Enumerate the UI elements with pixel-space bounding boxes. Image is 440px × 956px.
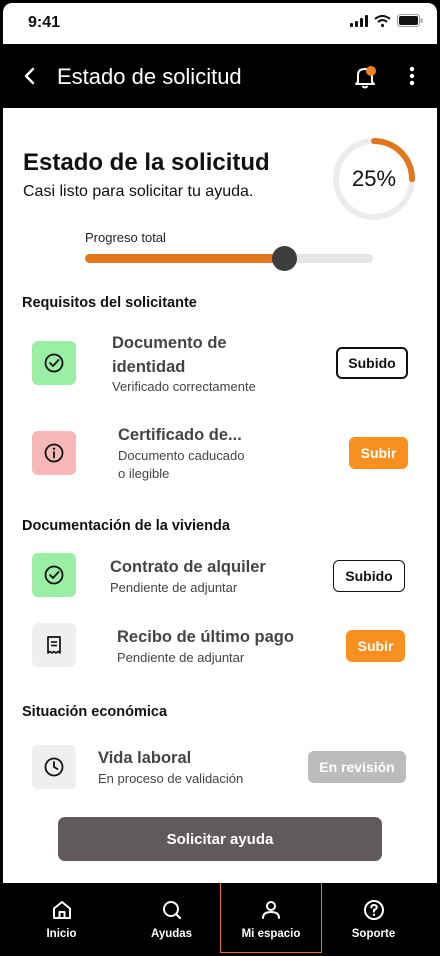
- user-icon: [262, 901, 280, 919]
- item-description: Verificado correctamente: [112, 379, 256, 394]
- status-icon-box: [32, 745, 76, 789]
- request-help-button[interactable]: Solicitar ayuda: [58, 817, 382, 861]
- more-vertical-icon[interactable]: [402, 64, 422, 88]
- status-icon-box: [32, 431, 76, 475]
- progress-fill: [85, 254, 284, 263]
- nav-label: Soporte: [351, 928, 396, 940]
- signal-icon: [350, 14, 368, 27]
- check-circle-icon: [44, 565, 64, 585]
- uploaded-button[interactable]: Subido: [333, 560, 405, 592]
- nav-item-soporte[interactable]: Soporte: [322, 883, 425, 953]
- section-title-applicant: Requisitos del solicitante: [22, 295, 197, 311]
- status-icons: [350, 14, 423, 27]
- home-icon: [52, 901, 71, 919]
- notification-dot: [366, 66, 376, 76]
- app-bar-title: Estado de solicitud: [57, 64, 242, 89]
- clock-icon: [44, 757, 64, 777]
- item-title-line2: identidad: [112, 358, 186, 376]
- status-bar: 9:41: [3, 3, 437, 44]
- item-title: Contrato de alquiler: [110, 558, 266, 576]
- main-content: Estado de la solicitud Casi listo para s…: [3, 108, 437, 883]
- upload-button[interactable]: Subir: [346, 630, 405, 662]
- nav-label: Ayudas: [150, 928, 193, 940]
- status-icon-box: [32, 341, 76, 385]
- uploaded-button[interactable]: Subido: [336, 347, 408, 379]
- battery-icon: [397, 14, 423, 27]
- app-frame: 9:41 Estado de solicitud Estado de la so…: [0, 0, 440, 956]
- page-subtitle: Casi listo para solicitar tu ayuda.: [23, 183, 254, 200]
- back-arrow-icon[interactable]: [20, 64, 40, 88]
- progress-thumb[interactable]: [271, 246, 297, 271]
- item-description: En proceso de validación: [98, 771, 244, 786]
- item-description-line2: o ilegible: [118, 466, 170, 481]
- info-circle-icon: [44, 443, 64, 463]
- nav-item-ayudas[interactable]: Ayudas: [123, 883, 220, 953]
- item-title: Documento de: [112, 334, 227, 352]
- upload-button[interactable]: Subir: [349, 437, 408, 469]
- item-title: Vida laboral: [98, 749, 192, 767]
- wifi-icon: [374, 14, 391, 27]
- section-title-housing: Documentación de la vivienda: [22, 518, 230, 534]
- search-icon: [162, 901, 181, 920]
- status-icon-box: [32, 553, 76, 597]
- item-description: Pendiente de adjuntar: [117, 650, 245, 665]
- item-description: Documento caducado: [118, 448, 245, 463]
- status-time: 9:41: [28, 14, 61, 31]
- item-title: Certificado de...: [118, 426, 242, 444]
- nav-label: Mi espacio: [241, 928, 301, 940]
- item-title: Recibo de último pago: [117, 628, 294, 646]
- nav-item-mi-espacio[interactable]: Mi espacio: [220, 883, 322, 953]
- in-review-button[interactable]: En revisión: [308, 751, 406, 783]
- app-bar: Estado de solicitud: [0, 44, 440, 108]
- progress-percent: 25%: [351, 166, 397, 191]
- receipt-icon: [47, 636, 61, 654]
- check-circle-icon: [44, 353, 64, 373]
- status-icon-box: [32, 623, 76, 667]
- bottom-nav: Inicio Ayudas Mi espacio Soporte: [0, 883, 440, 956]
- nav-item-inicio[interactable]: Inicio: [0, 883, 123, 953]
- progress-slider[interactable]: [85, 246, 373, 271]
- page-title: Estado de la solicitud: [23, 149, 270, 176]
- progress-label: Progreso total: [85, 230, 166, 245]
- item-description: Pendiente de adjuntar: [110, 580, 238, 595]
- section-title-economic: Situación económica: [22, 704, 168, 720]
- help-icon: [363, 900, 384, 920]
- nav-label: Inicio: [46, 928, 77, 940]
